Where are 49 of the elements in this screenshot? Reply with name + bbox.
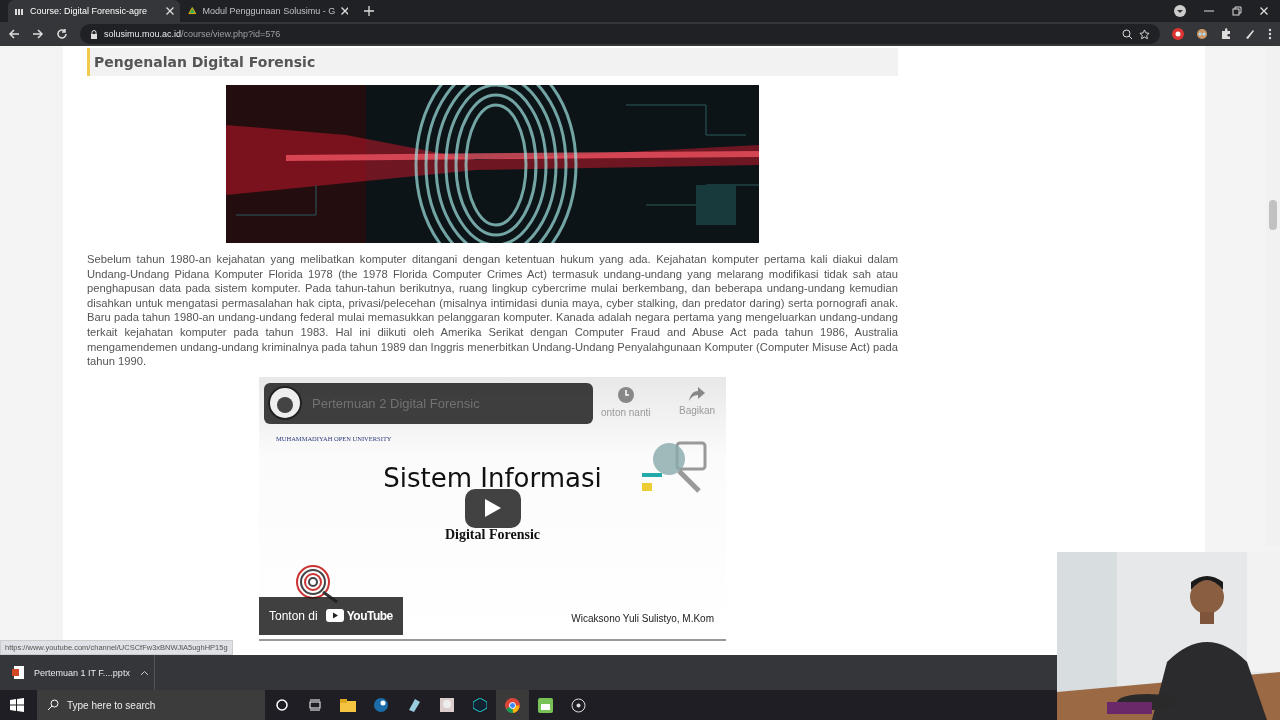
- site-icon: [14, 6, 24, 16]
- slide-subtitle: Digital Forensic: [444, 526, 541, 543]
- extension-icon[interactable]: [1172, 28, 1184, 40]
- play-icon: [485, 499, 501, 518]
- search-field[interactable]: Type here to search: [37, 690, 265, 720]
- clock-icon: [617, 386, 634, 403]
- close-icon[interactable]: [1260, 7, 1268, 15]
- slide-author: Wicaksono Yuli Sulistyo, M.Kom: [571, 612, 714, 624]
- share-icon: [689, 386, 706, 401]
- channel-avatar[interactable]: [268, 386, 302, 421]
- paragraph: Sebelum tahun 1980-an kejahatan yang melibatkan komputer ditangani dengan ketentuan hukum yang ada. Kejahatan komputer pertama kali diakui dalam Undang-Undang Pidana Komputer Florida 1978 (the 1978 Florida Computer Crimes Act) termasuk undang-undang yang melarang modifikasi tidak sah atau penghapusan data pada sistem komputer. Pada tahun-tahun berikutnya, ruang lingkup cybercrime mulai berkembang, dan beberapa undang-undang kemudian disahkan untuk mengatasi permasalahan hak cipta, privasi/pelecehan (misalnya intimidasi dunia maya, cyber stalking, dan predator daring) serta pornografi anak. Baru pada tahun 1980-an undang-undang federal mulai memasukkan pelanggaran komputer. Kanada adalah negara pertama yang mengeluarkan undang-undang terkait kejahatan komputer pada tahun 1983. Hal ini diikuti oleh Amerika Serikat dengan Computer Fraud and Abuse Act pada tahun 1986, Australia mengamendemen undang-undang kriminalnya pada tahun 1989 dan Inggris menerbitkan Undang-Undang Penyalahgunaan Komputer (Computer Misuse Act) pada tahun 1990.: [87, 252, 898, 369]
- app-icon[interactable]: [439, 698, 454, 712]
- app-icon[interactable]: [406, 698, 421, 712]
- watch-on-youtube-button[interactable]: Tonton di YouTube: [259, 596, 403, 635]
- zoom-icon[interactable]: [1122, 28, 1133, 40]
- profile-icon[interactable]: [1174, 5, 1186, 17]
- search-icon: [47, 699, 59, 711]
- windows-icon[interactable]: [9, 698, 24, 712]
- extension-icon[interactable]: [1196, 28, 1208, 40]
- close-icon[interactable]: [341, 7, 348, 15]
- chrome-icon: [505, 697, 520, 713]
- site-icon: [188, 6, 197, 16]
- section-title: Pengenalan Digital Forensic: [87, 48, 898, 76]
- close-icon[interactable]: [166, 7, 174, 15]
- puzzle-icon[interactable]: [1220, 28, 1232, 40]
- watch-on-label: Tonton di: [269, 608, 318, 623]
- chrome-button[interactable]: [496, 690, 529, 720]
- extension-icon[interactable]: [1244, 28, 1256, 40]
- address-bar[interactable]: solusimu.mou.ac.id/course/view.php?id=576: [80, 24, 1160, 44]
- lock-icon: [90, 29, 98, 39]
- caret-icon: [139, 669, 149, 676]
- restore-icon[interactable]: [1232, 6, 1242, 16]
- scroll-thumb[interactable]: [1269, 200, 1277, 230]
- youtube-logo: YouTube: [325, 608, 393, 623]
- task-view-icon[interactable]: [308, 699, 321, 711]
- cortana-icon[interactable]: [275, 699, 288, 711]
- reload-icon[interactable]: [56, 28, 68, 40]
- new-tab-icon[interactable]: [364, 6, 374, 16]
- play-button[interactable]: [465, 488, 521, 528]
- menu-icon[interactable]: [1268, 28, 1272, 40]
- back-icon[interactable]: [8, 28, 20, 40]
- file-icon: [12, 666, 24, 679]
- folder-icon[interactable]: [339, 698, 356, 712]
- forward-icon[interactable]: [32, 28, 44, 40]
- browser-tab[interactable]: Modul Penggunaan Solusimu - G: [182, 0, 354, 22]
- browser-tab[interactable]: Course: Digital Forensic-agre: [8, 0, 180, 22]
- slide-title: Sistem Informasi: [382, 462, 603, 493]
- star-icon[interactable]: [1139, 28, 1150, 40]
- app-icon[interactable]: [472, 698, 487, 712]
